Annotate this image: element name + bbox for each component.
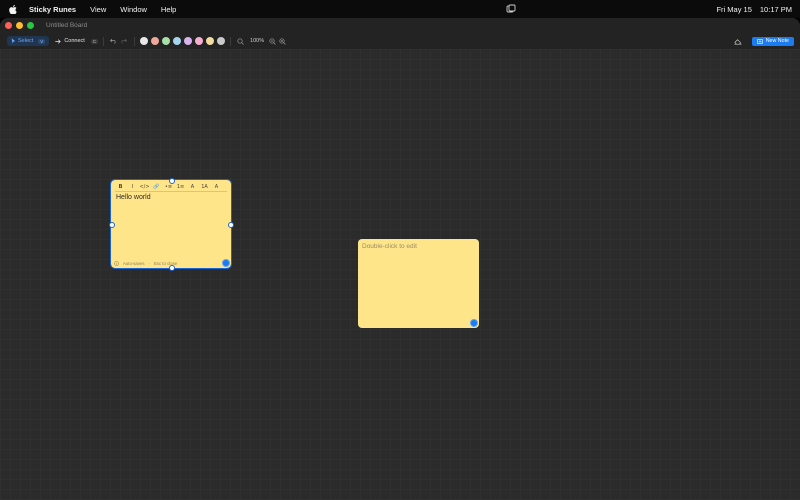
connect-tool-label: Connect [64, 38, 85, 44]
new-note-label: New Note [765, 38, 789, 44]
zoom-fit-button[interactable] [236, 37, 244, 45]
title-bar: Untitled Board [0, 18, 800, 32]
resize-handle[interactable] [470, 319, 478, 327]
apple-icon[interactable] [9, 4, 19, 14]
format-numbered-list-button[interactable]: 1≡ [175, 183, 186, 191]
redo-icon [121, 38, 127, 44]
format-text-color-button[interactable]: A [211, 183, 222, 191]
undo-icon [109, 38, 116, 44]
clear-board-button[interactable] [734, 37, 742, 45]
search-icon [237, 37, 244, 45]
color-swatch[interactable] [217, 37, 226, 45]
format-link-button[interactable]: 🔗 [151, 183, 162, 191]
zoom-window-button[interactable] [27, 21, 34, 29]
toolbar-divider [230, 36, 232, 46]
connect-shortcut-badge: C [90, 38, 99, 44]
format-code-button[interactable]: </> [139, 183, 150, 191]
toolbar: Select V Connect C 100% New Note [0, 34, 800, 48]
select-shortcut-badge: V [38, 38, 46, 44]
zoom-level: 100% [250, 38, 265, 44]
eraser-icon [734, 38, 742, 44]
menu-help[interactable]: Help [161, 5, 176, 14]
color-swatch[interactable] [151, 37, 160, 45]
menu-bar: Sticky Runes View Window Help Fri May 15… [0, 0, 800, 18]
color-swatch[interactable] [184, 37, 193, 45]
menu-app-name[interactable]: Sticky Runes [29, 5, 76, 14]
note-format-toolbar: B I </> 🔗 •≡ 1≡ A 1A A [115, 182, 227, 192]
footer-separator: · [148, 261, 150, 266]
clock-time: 10:17 PM [759, 4, 792, 14]
pointer-icon [11, 38, 16, 44]
new-note-button[interactable]: New Note [751, 36, 794, 46]
new-note-icon [756, 38, 763, 44]
select-tool-label: Select [18, 38, 34, 44]
clock-date: Fri May 15 [716, 4, 752, 14]
zoom-out-button[interactable] [268, 37, 276, 45]
format-bold-button[interactable]: B [115, 183, 126, 191]
handle-right[interactable] [227, 222, 234, 228]
color-swatches [140, 37, 226, 45]
close-window-button[interactable] [5, 21, 12, 29]
toolbar-divider [103, 36, 105, 46]
info-icon [114, 261, 119, 266]
format-text-size-button[interactable]: A [187, 183, 198, 191]
sticky-note[interactable]: Double-click to edit [358, 239, 479, 328]
connect-tool-button[interactable]: Connect C [55, 36, 99, 46]
traffic-lights [5, 21, 34, 29]
color-swatch[interactable] [162, 37, 171, 45]
color-swatch[interactable] [195, 37, 204, 45]
sticky-note-editing[interactable]: B I </> 🔗 •≡ 1≡ A 1A A Hello world Auto-saves · … [108, 177, 234, 271]
zoom-in-button[interactable] [278, 37, 286, 45]
minimize-window-button[interactable] [16, 21, 23, 29]
handle-left[interactable] [108, 222, 115, 228]
menu-view[interactable]: View [90, 5, 106, 14]
autosave-hint: Auto-saves [123, 261, 145, 266]
format-heading-size-button[interactable]: 1A [199, 183, 210, 191]
note-text[interactable]: Hello world [116, 194, 151, 201]
redo-button[interactable] [119, 37, 127, 45]
handle-top[interactable] [168, 177, 175, 184]
arrow-right-icon [55, 38, 62, 44]
color-swatch[interactable] [173, 37, 182, 45]
note-footer: Auto-saves · Esc to close [114, 261, 177, 266]
zoom-out-icon [269, 37, 276, 45]
handle-bottom[interactable] [168, 264, 175, 271]
format-italic-button[interactable]: I [127, 183, 138, 191]
resize-handle[interactable] [222, 259, 230, 267]
format-bullet-list-button[interactable]: •≡ [163, 183, 174, 191]
undo-button[interactable] [109, 37, 117, 45]
toolbar-divider [134, 36, 136, 46]
zoom-in-icon [279, 37, 286, 45]
stage-manager-icon[interactable] [506, 4, 516, 14]
window-title: Untitled Board [46, 21, 88, 29]
color-swatch[interactable] [140, 37, 149, 45]
color-swatch[interactable] [206, 37, 215, 45]
select-tool-button[interactable]: Select V [7, 36, 50, 46]
menu-window[interactable]: Window [120, 5, 147, 14]
menu-clock[interactable]: Fri May 15 10:17 PM [716, 0, 792, 18]
toolbar-right: New Note [734, 34, 794, 48]
note-placeholder: Double-click to edit [362, 243, 417, 250]
